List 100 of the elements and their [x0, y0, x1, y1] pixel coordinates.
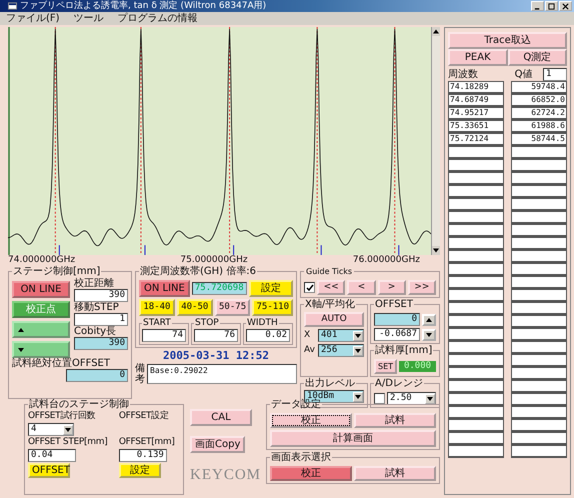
- empty-cell: [511, 146, 567, 159]
- group-title: START: [142, 318, 172, 329]
- step-field[interactable]: 0.04: [28, 449, 76, 462]
- frequency-display: 75.720698: [192, 282, 247, 295]
- field-label: OFFSET STEP[mm]: [28, 437, 108, 448]
- dropdown[interactable]: 256: [318, 344, 364, 357]
- note-field[interactable]: Base:0.29022: [147, 364, 297, 384]
- minimize-button[interactable]: [531, 1, 544, 11]
- empty-cell: [511, 263, 567, 276]
- mode-button[interactable]: 試料: [354, 413, 436, 428]
- step-button[interactable]: >>: [408, 280, 436, 295]
- scroll-down-icon: [432, 246, 440, 255]
- mode-button[interactable]: 校正: [270, 466, 352, 481]
- checkbox[interactable]: [374, 393, 385, 404]
- step-button[interactable]: >: [378, 280, 406, 295]
- empty-cell: [448, 276, 504, 289]
- field-label: OFFSET試行回数: [28, 411, 96, 422]
- offset-field[interactable]: 0: [374, 313, 420, 326]
- group-title: Guide Ticks: [305, 266, 354, 277]
- mode-button[interactable]: 試料: [354, 466, 436, 481]
- auto-button[interactable]: AUTO: [304, 312, 364, 327]
- empty-cell: [511, 354, 567, 367]
- group-title: X軸/平均化: [304, 299, 356, 310]
- dropdown[interactable]: 2.50: [387, 392, 436, 405]
- step-button[interactable]: <: [347, 280, 376, 295]
- value-field[interactable]: 390: [74, 289, 128, 302]
- empty-cell: [511, 393, 567, 406]
- empty-cell: [448, 289, 504, 302]
- spin-button[interactable]: [422, 328, 436, 340]
- value-field[interactable]: 390: [74, 337, 128, 350]
- offset-button[interactable]: OFFSET: [28, 463, 70, 478]
- empty-cell: [511, 185, 567, 198]
- app-icon: [8, 2, 17, 10]
- empty-cell: [511, 211, 567, 224]
- trace-button[interactable]: Trace取込: [448, 32, 567, 49]
- maximize-button[interactable]: [545, 1, 558, 11]
- q-index-field[interactable]: 1: [543, 68, 567, 81]
- offset-field[interactable]: 0: [66, 369, 128, 382]
- online-button[interactable]: ON LINE: [139, 280, 190, 297]
- offset-field[interactable]: 0.139: [118, 449, 167, 462]
- menu-item[interactable]: ファイル(F): [6, 12, 60, 24]
- empty-cell: [448, 211, 504, 224]
- band-button[interactable]: 50-75: [214, 299, 250, 316]
- field-label: 移動STEP: [74, 302, 120, 313]
- empty-cell: [511, 224, 567, 237]
- q-measure-button[interactable]: Q測定: [508, 49, 567, 66]
- peak-button[interactable]: PEAK: [448, 49, 508, 66]
- set-button[interactable]: 設定: [249, 280, 293, 297]
- up-arrow-icon: [17, 326, 25, 334]
- empty-cell: [448, 263, 504, 276]
- group-title: 測定周波数帯(GH) 倍率:6: [139, 266, 257, 277]
- group-title: A/Dレンジ: [374, 378, 424, 389]
- calculation-button[interactable]: 計算画面: [270, 430, 436, 447]
- group-title: 試料厚[mm]: [374, 345, 434, 356]
- logo: KEYCOM: [190, 467, 262, 484]
- set-button[interactable]: SET: [374, 359, 398, 374]
- window-title: ファブリペロ法よる誘電率, tan δ 測定 (Wiltron 68347A用): [20, 0, 268, 12]
- dropdown[interactable]: 401: [318, 329, 364, 342]
- empty-cell: [511, 159, 567, 172]
- screen-copy-button[interactable]: 画面Copy: [190, 436, 246, 453]
- dropdown[interactable]: 4: [28, 423, 74, 436]
- empty-cell: [511, 302, 567, 315]
- up-arrow-icon: [425, 316, 433, 324]
- band-button[interactable]: 75-110: [252, 299, 293, 316]
- group-title: 画面表示選択: [270, 452, 332, 463]
- empty-cell: [511, 237, 567, 250]
- empty-cell: [511, 289, 567, 302]
- range-field[interactable]: 0.02: [246, 329, 290, 342]
- field-label: OFFSET設定: [118, 411, 169, 422]
- scrollbar[interactable]: [431, 27, 440, 255]
- empty-cell: [448, 354, 504, 367]
- field-label: 試料絶対位置OFFSET: [12, 358, 110, 369]
- offset-field[interactable]: -0.0687: [374, 328, 420, 341]
- close-button[interactable]: [559, 1, 572, 11]
- dropdown-arrow-icon: [63, 424, 73, 434]
- range-field[interactable]: 76: [194, 329, 238, 342]
- step-button[interactable]: <<: [317, 280, 346, 295]
- value-field[interactable]: 1: [74, 313, 128, 326]
- band-button[interactable]: 18-40: [139, 299, 175, 316]
- band-button[interactable]: 40-50: [176, 299, 213, 316]
- table-cell: 66852.0: [511, 94, 567, 107]
- cal-button[interactable]: CAL: [190, 409, 252, 426]
- online-button[interactable]: ON LINE: [12, 281, 70, 298]
- maximize-icon: [548, 2, 555, 10]
- table-cell: 62724.2: [511, 107, 567, 120]
- empty-cell: [511, 198, 567, 211]
- checkbox[interactable]: [304, 282, 315, 293]
- empty-cell: [511, 419, 567, 432]
- empty-cell: [448, 341, 504, 354]
- close-icon: [562, 2, 569, 10]
- menu-item[interactable]: プログラムの情報: [118, 12, 198, 24]
- empty-cell: [448, 185, 504, 198]
- set-button[interactable]: 設定: [118, 463, 161, 478]
- menu-item[interactable]: ツール: [74, 12, 104, 24]
- table-cell: 58744.5: [511, 133, 567, 146]
- spin-button[interactable]: [422, 314, 436, 326]
- range-field[interactable]: 74: [142, 329, 186, 342]
- empty-cell: [511, 445, 567, 458]
- empty-cell: [511, 406, 567, 419]
- group-title: 試料台のステージ制御: [28, 399, 130, 410]
